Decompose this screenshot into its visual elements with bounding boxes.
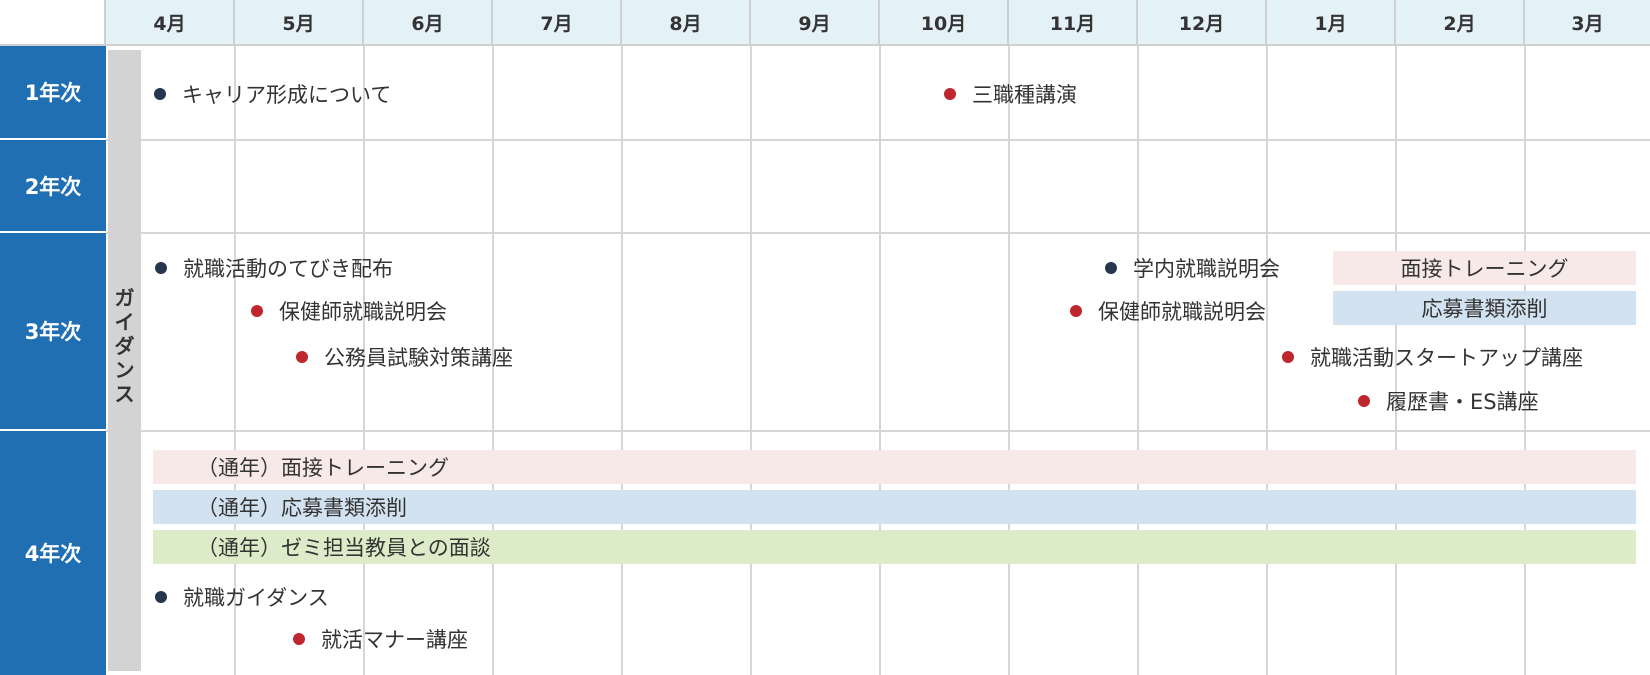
event-three-professions-lecture: 三職種講演 <box>944 79 1077 109</box>
event-nurse-briefing-may: 保健師就職説明会 <box>251 296 447 326</box>
grid-line <box>106 430 1650 432</box>
event-campus-job-fair: 学内就職説明会 <box>1105 253 1280 283</box>
event-label: 履歴書・ES講座 <box>1386 390 1539 414</box>
bullet-dot-icon <box>155 591 167 603</box>
band-application-review-y3: 応募書類添削 <box>1333 291 1636 325</box>
month-header-mar: 3月 <box>1525 0 1650 46</box>
month-header-jan: 1月 <box>1267 0 1396 46</box>
guidance-char: ン <box>114 358 135 382</box>
year-label-4: 4年次 <box>0 431 106 675</box>
month-header-nov: 11月 <box>1009 0 1138 46</box>
guidance-char: ス <box>114 382 135 406</box>
month-header-apr: 4月 <box>106 0 235 46</box>
bullet-dot-icon <box>1358 395 1370 407</box>
bullet-dot-icon <box>155 262 167 274</box>
event-label: キャリア形成について <box>182 83 392 107</box>
guidance-char: イ <box>114 310 135 334</box>
band-interview-training-y3: 面接トレーニング <box>1333 251 1636 285</box>
guidance-char: ガ <box>114 286 135 310</box>
month-header-dec: 12月 <box>1138 0 1267 46</box>
month-header-jul: 7月 <box>493 0 622 46</box>
event-nurse-briefing-nov: 保健師就職説明会 <box>1070 296 1266 326</box>
event-label: 三職種講演 <box>972 83 1077 107</box>
event-label: 就活マナー講座 <box>321 628 468 652</box>
month-header-jun: 6月 <box>364 0 493 46</box>
month-header-may: 5月 <box>235 0 364 46</box>
event-label: 公務員試験対策講座 <box>324 346 513 370</box>
year-label-2: 2年次 <box>0 140 106 233</box>
header-corner <box>0 0 106 46</box>
band-seminar-interview-y4: （通年）ゼミ担当教員との面談 <box>153 530 1636 564</box>
band-interview-training-y4: （通年）面接トレーニング <box>153 450 1636 484</box>
event-employment-guidance: 就職ガイダンス <box>155 582 329 612</box>
event-career-formation: キャリア形成について <box>154 79 391 109</box>
event-label: 就職活動のてびき配布 <box>183 257 393 281</box>
event-label: 保健師就職説明会 <box>1098 300 1266 324</box>
event-label: 就職活動スタートアップ講座 <box>1310 346 1583 370</box>
band-application-review-y4: （通年）応募書類添削 <box>153 490 1636 524</box>
bullet-dot-icon <box>1105 262 1117 274</box>
year-label-1: 1年次 <box>0 46 106 140</box>
band-label: （通年）面接トレーニング <box>197 456 449 480</box>
grid-line <box>106 232 1650 234</box>
bullet-dot-icon <box>293 633 305 645</box>
year-label-3: 3年次 <box>0 233 106 431</box>
month-header-sep: 9月 <box>751 0 880 46</box>
bullet-dot-icon <box>1070 305 1082 317</box>
event-label: 就職ガイダンス <box>183 586 329 610</box>
band-label: 応募書類添削 <box>1421 297 1548 321</box>
grid-line <box>106 139 1650 141</box>
event-civil-service-course: 公務員試験対策講座 <box>296 342 513 372</box>
month-header-aug: 8月 <box>622 0 751 46</box>
month-header-oct: 10月 <box>880 0 1009 46</box>
band-label: （通年）ゼミ担当教員との面談 <box>197 536 491 560</box>
bullet-dot-icon <box>251 305 263 317</box>
event-label: 保健師就職説明会 <box>279 300 447 324</box>
guidance-label: ガ イ ダ ン ス <box>108 286 141 406</box>
bullet-dot-icon <box>1282 351 1294 363</box>
event-manner-course: 就活マナー講座 <box>293 624 468 654</box>
bullet-dot-icon <box>296 351 308 363</box>
event-resume-es-course: 履歴書・ES講座 <box>1358 386 1539 416</box>
band-label: （通年）応募書類添削 <box>197 496 407 520</box>
band-label: 面接トレーニング <box>1400 257 1569 281</box>
event-job-hunting-guide: 就職活動のてびき配布 <box>155 253 393 283</box>
bullet-dot-icon <box>944 88 956 100</box>
event-startup-course: 就職活動スタートアップ講座 <box>1282 342 1583 372</box>
month-header-feb: 2月 <box>1396 0 1525 46</box>
bullet-dot-icon <box>154 88 166 100</box>
guidance-char: ダ <box>114 334 135 358</box>
event-label: 学内就職説明会 <box>1133 257 1280 281</box>
